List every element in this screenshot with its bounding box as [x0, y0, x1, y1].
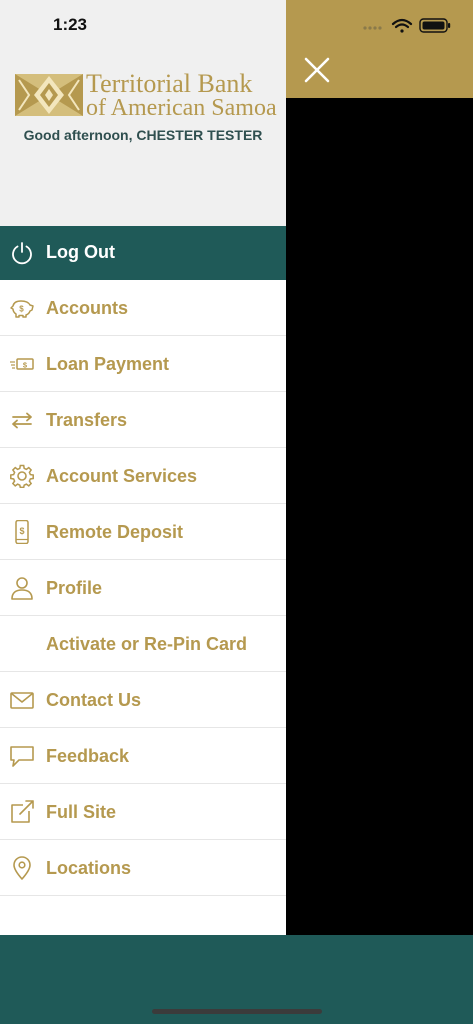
menu-item-activate-card[interactable]: Activate or Re-Pin Card	[0, 616, 286, 672]
status-icons	[362, 16, 454, 36]
logout-button[interactable]: Log Out	[0, 226, 286, 280]
menu-item-label: Locations	[46, 858, 132, 878]
menu-item-remote-deposit[interactable]: $ Remote Deposit	[0, 504, 286, 560]
menu-list: $ Accounts $ Loan Payment Transfers Acco…	[0, 280, 286, 896]
menu-item-label: Account Services	[46, 466, 198, 486]
menu-item-accounts[interactable]: $ Accounts	[0, 280, 286, 336]
person-icon	[11, 577, 33, 600]
bank-logo: Territorial Bank of American Samoa	[12, 68, 277, 124]
logout-label: Log Out	[46, 242, 115, 262]
menu-item-label: Transfers	[46, 410, 128, 430]
power-icon	[12, 242, 32, 265]
menu-item-feedback[interactable]: Feedback	[0, 728, 286, 784]
menu-item-transfers[interactable]: Transfers	[0, 392, 286, 448]
menu-item-locations[interactable]: Locations	[0, 840, 286, 896]
svg-text:$: $	[19, 305, 24, 314]
menu-item-label: Full Site	[46, 802, 117, 822]
map-pin-icon	[13, 856, 31, 880]
greeting-text: Good afternoon, CHESTER TESTER	[23, 127, 263, 143]
drawer-header: 1:23 Territorial Bank of American Samoa …	[0, 0, 286, 226]
menu-item-label: Remote Deposit	[46, 522, 184, 542]
wifi-icon	[391, 18, 413, 33]
menu-item-label: Contact Us	[46, 690, 142, 710]
mobile-deposit-icon: $	[15, 520, 29, 544]
signal-icon	[363, 26, 382, 30]
side-menu-drawer: 1:23 Territorial Bank of American Samoa …	[0, 0, 286, 935]
gear-icon	[10, 464, 34, 488]
status-time: 1:23	[52, 15, 88, 34]
cash-icon: $	[10, 358, 34, 370]
bank-logo-mark-icon	[15, 74, 83, 116]
menu-item-label: Accounts	[46, 298, 129, 318]
menu-item-loan-payment[interactable]: $ Loan Payment	[0, 336, 286, 392]
piggy-bank-icon: $	[10, 300, 34, 318]
menu-item-label: Profile	[46, 578, 103, 598]
menu-item-full-site[interactable]: Full Site	[0, 784, 286, 840]
menu-item-label: Activate or Re-Pin Card	[46, 634, 248, 654]
home-indicator	[152, 1009, 322, 1014]
menu-item-label: Feedback	[46, 746, 130, 766]
menu-item-profile[interactable]: Profile	[0, 560, 286, 616]
close-menu-button[interactable]	[300, 55, 334, 87]
envelope-icon	[10, 692, 34, 709]
transfer-arrows-icon	[12, 412, 32, 429]
speech-bubble-icon	[10, 746, 34, 767]
battery-icon	[419, 18, 451, 33]
bank-name-line2: of American Samoa	[86, 95, 277, 121]
svg-text:$: $	[19, 526, 24, 536]
menu-item-account-services[interactable]: Account Services	[0, 448, 286, 504]
drawer-scrim[interactable]	[286, 98, 473, 935]
menu-item-contact-us[interactable]: Contact Us	[0, 672, 286, 728]
svg-text:$: $	[23, 361, 28, 370]
external-link-icon	[11, 800, 34, 823]
menu-item-label: Loan Payment	[46, 354, 170, 374]
close-icon	[304, 57, 330, 83]
